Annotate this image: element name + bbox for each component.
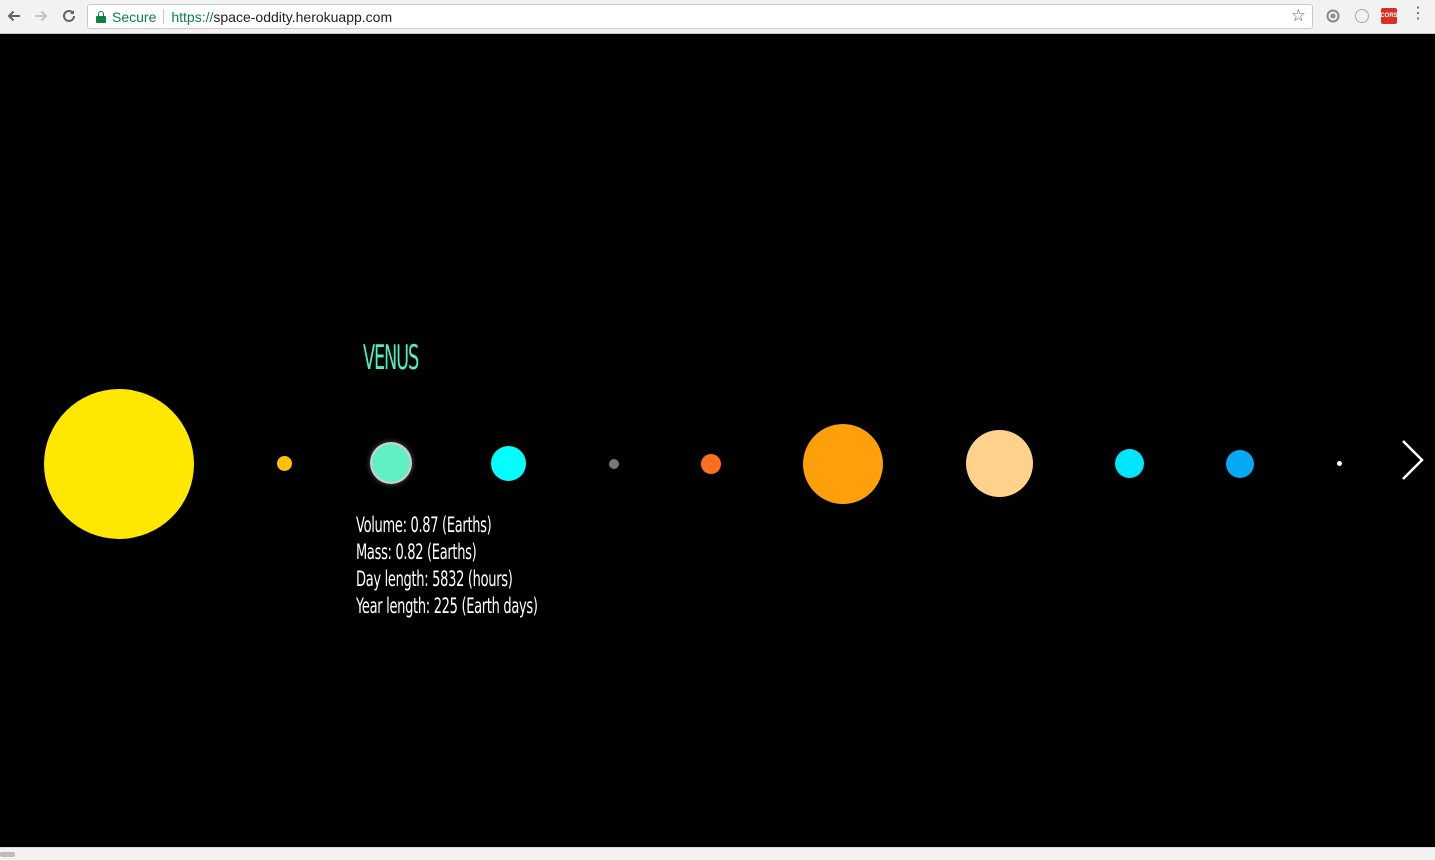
planet-info: Volume: 0.87 (Earths) Mass: 0.82 (Earths… bbox=[356, 512, 538, 620]
planet-venus[interactable] bbox=[372, 444, 410, 482]
planet-mercury[interactable] bbox=[277, 456, 292, 471]
planet-saturn[interactable] bbox=[966, 430, 1033, 497]
scrollbar-thumb[interactable] bbox=[0, 852, 15, 857]
sun[interactable] bbox=[44, 389, 194, 539]
divider bbox=[163, 9, 165, 24]
reload-button[interactable] bbox=[58, 5, 80, 27]
mass-text: Mass: 0.82 (Earths) bbox=[356, 540, 477, 564]
planet-pluto[interactable] bbox=[1337, 461, 1342, 466]
day-length-text: Day length: 5832 (hours) bbox=[356, 567, 513, 591]
planet-neptune[interactable] bbox=[1226, 450, 1254, 478]
kebab-menu-icon[interactable]: ⋮ bbox=[1410, 6, 1426, 22]
planet-moon[interactable] bbox=[609, 459, 619, 469]
circle-icon[interactable] bbox=[1355, 9, 1369, 23]
solar-system-stage: VENUS Volume: 0.87 (Earths) Mass: 0.82 (… bbox=[0, 35, 1435, 847]
reload-icon bbox=[63, 9, 75, 22]
arrow-left-icon bbox=[7, 10, 20, 22]
gear-icon[interactable] bbox=[1325, 8, 1341, 24]
planet-jupiter[interactable] bbox=[803, 424, 883, 504]
chevron-right-icon bbox=[1402, 440, 1424, 480]
planet-earth[interactable] bbox=[491, 446, 526, 481]
url-host: space-oddity.herokuapp.com bbox=[213, 8, 393, 25]
volume-text: Volume: 0.87 (Earths) bbox=[356, 513, 492, 537]
secure-label: Secure bbox=[112, 8, 157, 25]
cors-extension-icon[interactable]: CORS bbox=[1380, 8, 1398, 24]
planet-title: VENUS bbox=[363, 338, 419, 378]
arrow-right-icon bbox=[35, 10, 48, 22]
horizontal-scrollbar[interactable] bbox=[0, 847, 1435, 860]
year-length-text: Year length: 225 (Earth days) bbox=[356, 594, 538, 618]
browser-toolbar: Secure https:// space-oddity.herokuapp.c… bbox=[0, 0, 1435, 34]
next-button[interactable] bbox=[1397, 438, 1429, 482]
planet-mars[interactable] bbox=[701, 454, 721, 474]
back-button[interactable] bbox=[3, 5, 25, 27]
address-bar[interactable]: Secure https:// space-oddity.herokuapp.c… bbox=[87, 4, 1313, 29]
url-scheme: https:// bbox=[171, 8, 214, 25]
bookmark-star-icon[interactable]: ☆ bbox=[1291, 6, 1306, 26]
forward-button[interactable] bbox=[30, 5, 52, 27]
lock-icon bbox=[96, 10, 106, 23]
planet-uranus[interactable] bbox=[1115, 449, 1144, 478]
